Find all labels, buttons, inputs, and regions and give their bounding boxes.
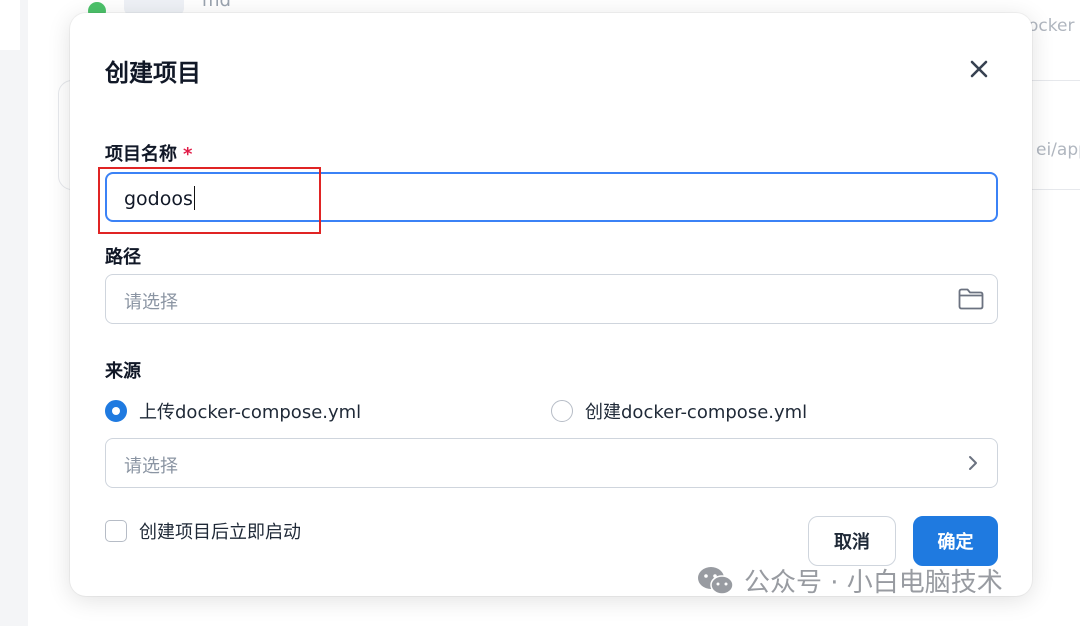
folder-icon[interactable] [957,287,985,311]
radio-label: 上传docker-compose.yml [139,402,362,423]
watermark: 公众号 · 小白电脑技术 [696,562,1003,599]
radio-button[interactable] [551,400,573,422]
radio-label: 创建docker-compose.yml [585,402,808,423]
cancel-button[interactable]: 取消 [808,516,896,566]
chevron-right-icon [965,451,981,475]
project-name-label-text: 项目名称 [105,144,177,165]
path-label: 路径 [105,247,141,268]
radio-upload-compose[interactable]: 上传docker-compose.yml [105,398,361,424]
background-item-name: md [202,0,231,11]
wechat-icon [698,566,734,595]
start-after-create-checkbox[interactable] [105,520,127,542]
path-select[interactable]: 请选择 [105,274,998,324]
path-placeholder: 请选择 [124,292,178,313]
dialog-title: 创建项目 [105,59,201,87]
background-panel [0,0,20,50]
required-mark: * [183,144,193,165]
source-label: 来源 [105,361,141,382]
start-after-create-label: 创建项目后立即启动 [139,522,301,543]
annotation-highlight-box [98,167,321,234]
create-project-dialog: 创建项目 项目名称 * godoos 路径 请选择 来源 上传docker-com… [70,13,1032,596]
compose-file-select[interactable]: 请选择 [105,438,998,488]
radio-button[interactable] [105,400,127,422]
start-after-create-option[interactable]: 创建项目后立即启动 [105,518,301,544]
project-name-label: 项目名称 * [105,140,192,166]
background-text: ocker [1028,16,1075,36]
confirm-button[interactable]: 确定 [913,516,998,566]
close-icon[interactable] [965,55,993,83]
background-text: ei/app [1036,140,1080,160]
compose-select-placeholder: 请选择 [124,456,178,477]
radio-create-compose[interactable]: 创建docker-compose.yml [551,398,807,424]
watermark-text: 公众号 · 小白电脑技术 [744,568,1003,598]
